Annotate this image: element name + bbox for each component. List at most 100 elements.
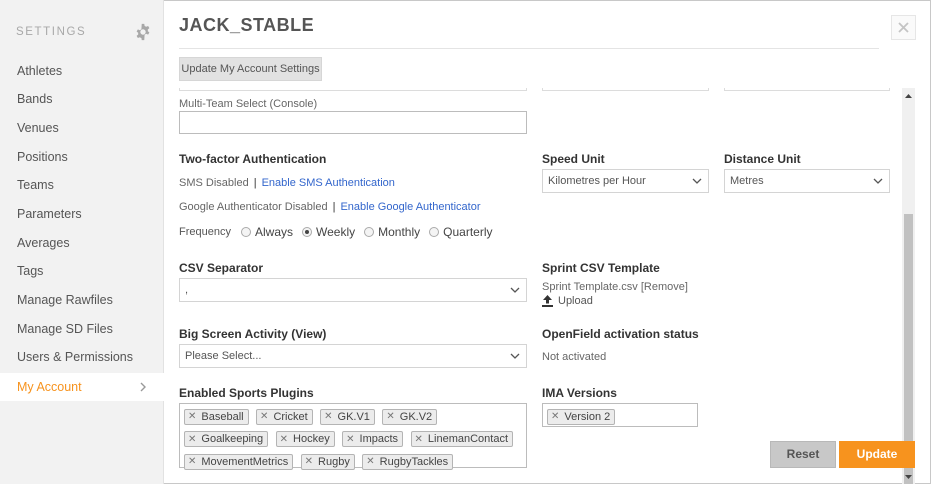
openfield-status: Not activated (542, 351, 607, 363)
sidebar-item-manage-sd-files[interactable]: Manage SD Files (0, 315, 164, 343)
big-screen-label: Big Screen Activity (View) (179, 327, 326, 341)
tag-label: Hockey (293, 433, 330, 445)
sidebar-item-positions[interactable]: Positions (0, 143, 164, 171)
sidebar-item-venues[interactable]: Venues (0, 114, 164, 142)
big-screen-view-link[interactable]: (View) (291, 327, 326, 341)
two-factor-label: Two-factor Authentication (179, 152, 327, 166)
sidebar-item-manage-rawfiles[interactable]: Manage Rawfiles (0, 286, 164, 314)
remove-tag-icon[interactable]: ✕ (260, 411, 268, 422)
close-icon (898, 22, 909, 33)
csv-separator-value: , (185, 284, 189, 296)
sprint-csv-remove-link[interactable]: [Remove] (641, 281, 688, 293)
plugin-tag: ✕ Cricket (256, 408, 313, 425)
tag-label: Rugby (318, 455, 350, 468)
chevron-down-icon (510, 353, 520, 359)
header-divider (179, 48, 879, 49)
plugin-tag: ✕ Baseball (184, 408, 249, 425)
distance-unit-label: Distance Unit (724, 152, 801, 166)
radio-label: Quarterly (443, 225, 493, 239)
ima-version-tag: ✕ Version 2 (547, 408, 616, 425)
sms-status: SMS Disabled (179, 177, 249, 189)
enable-google-link[interactable]: Enable Google Authenticator (340, 201, 480, 213)
frequency-quarterly[interactable]: Quarterly (429, 225, 493, 239)
plugin-tag: ✕ RugbyTackles (362, 453, 454, 470)
tag-label: Cricket (273, 410, 308, 423)
plugin-tag: ✕ Hockey (275, 431, 335, 447)
sprint-csv-upload-button[interactable]: Upload (542, 295, 593, 307)
tag-label: GK.V2 (399, 410, 433, 423)
csv-separator-select[interactable]: , (179, 278, 527, 302)
remove-tag-icon[interactable]: ✕ (188, 456, 196, 467)
speed-unit-select[interactable]: Kilometres per Hour (542, 169, 709, 193)
distance-unit-select[interactable]: Metres (724, 169, 890, 193)
big-screen-label-text: Big Screen Activity (179, 327, 288, 341)
update-button[interactable]: Update (839, 441, 915, 468)
remove-tag-icon[interactable]: ✕ (188, 434, 196, 445)
google-status: Google Authenticator Disabled (179, 201, 328, 213)
radio-label: Weekly (316, 225, 356, 239)
close-button[interactable] (891, 15, 916, 40)
cutoff-field (179, 88, 527, 91)
tag-label: LinemanContact (427, 433, 509, 445)
sidebar-item-athletes[interactable]: Athletes (0, 57, 164, 85)
remove-tag-icon[interactable]: ✕ (305, 456, 313, 467)
remove-tag-icon[interactable]: ✕ (415, 434, 423, 445)
sports-plugins-label: Enabled Sports Plugins (179, 386, 314, 400)
sidebar-header: SETTINGS (16, 23, 152, 42)
tag-label: Impacts (359, 433, 399, 445)
plugin-tag: ✕ LinemanContact (410, 431, 514, 447)
form-scrollbar[interactable] (902, 88, 915, 484)
remove-tag-icon[interactable]: ✕ (324, 411, 332, 422)
gear-icon[interactable] (134, 23, 152, 41)
scroll-up-icon[interactable] (904, 92, 913, 101)
remove-tag-icon[interactable]: ✕ (366, 456, 374, 467)
cutoff-field (542, 88, 709, 91)
remove-tag-icon[interactable]: ✕ (346, 434, 354, 445)
tag-label: RugbyTackles (379, 455, 449, 468)
account-form: Multi-Team Select (Console) Two-factor A… (164, 88, 902, 484)
upload-label: Upload (558, 295, 593, 307)
sidebar-item-my-account[interactable]: My Account (0, 373, 164, 401)
scroll-down-icon[interactable] (904, 472, 913, 481)
plugin-tag: ✕ GK.V1 (320, 408, 375, 425)
sidebar-item-bands[interactable]: Bands (0, 85, 164, 113)
upload-icon (542, 295, 553, 307)
frequency-monthly[interactable]: Monthly (364, 225, 420, 239)
ima-versions-tagbox[interactable]: ✕ Version 2 (542, 403, 698, 427)
sidebar-item-parameters[interactable]: Parameters (0, 200, 164, 228)
frequency-always[interactable]: Always (240, 225, 293, 239)
sidebar-item-label: My Account (17, 380, 82, 394)
reset-button[interactable]: Reset (770, 441, 836, 468)
chevron-down-icon (510, 287, 520, 293)
multi-team-input[interactable] (179, 111, 527, 134)
distance-unit-value: Metres (730, 175, 764, 187)
sprint-csv-label: Sprint CSV Template (542, 261, 660, 275)
sidebar-item-teams[interactable]: Teams (0, 171, 164, 199)
sidebar-item-tags[interactable]: Tags (0, 257, 164, 285)
update-account-settings-button[interactable]: Update My Account Settings (179, 57, 322, 81)
plugin-tag: ✕ MovementMetrics (184, 453, 294, 470)
openfield-label: OpenField activation status (542, 327, 699, 341)
ima-versions-label: IMA Versions (542, 386, 617, 400)
sidebar-item-averages[interactable]: Averages (0, 229, 164, 257)
tag-label: MovementMetrics (201, 455, 289, 468)
remove-tag-icon[interactable]: ✕ (188, 411, 196, 422)
page-title: JACK_STABLE (179, 15, 315, 35)
remove-tag-icon[interactable]: ✕ (386, 411, 394, 422)
google-status-row: Google Authenticator Disabled | Enable Goo… (179, 201, 481, 213)
sidebar-item-users-permissions[interactable]: Users & Permissions (0, 343, 164, 371)
chevron-right-icon (140, 382, 146, 392)
big-screen-select[interactable]: Please Select... (179, 344, 527, 368)
multi-team-label: Multi-Team Select (Console) (179, 98, 318, 110)
sidebar-title: SETTINGS (16, 26, 87, 38)
frequency-weekly[interactable]: Weekly (302, 225, 355, 239)
plugin-tag: ✕ GK.V2 (382, 408, 438, 425)
remove-tag-icon[interactable]: ✕ (280, 434, 288, 445)
tag-label: Version 2 (564, 410, 611, 423)
enable-sms-link[interactable]: Enable SMS Authentication (262, 177, 395, 189)
sports-plugins-tagbox[interactable]: ✕ Baseball ✕ Cricket ✕ GK.V1 ✕ GK.V2 ✕ Goalke… (179, 403, 527, 470)
tag-label: GK.V1 (337, 410, 370, 423)
big-screen-value: Please Select... (185, 350, 262, 362)
speed-unit-value: Kilometres per Hour (548, 175, 646, 187)
remove-tag-icon[interactable]: ✕ (551, 411, 559, 422)
